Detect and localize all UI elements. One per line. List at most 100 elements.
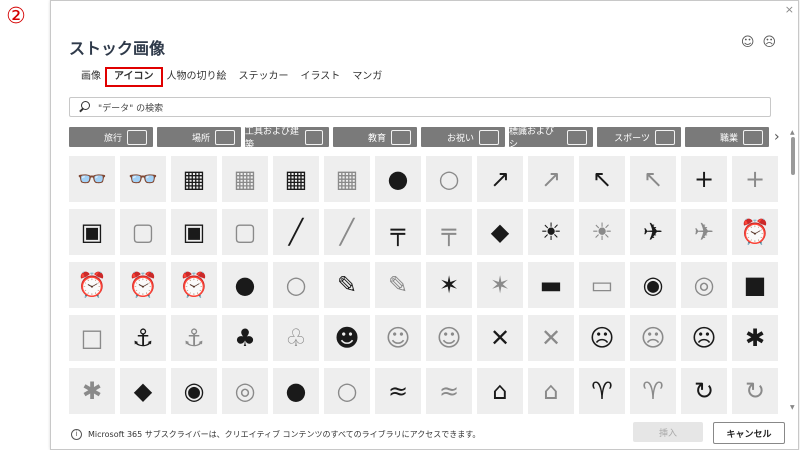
icon-tile[interactable]: ▦ <box>171 156 217 202</box>
scroll-up-arrow-icon[interactable]: ▲ <box>790 129 795 136</box>
icon-tile[interactable]: ↗ <box>477 156 523 202</box>
icon-tile[interactable]: ⌂ <box>477 368 523 414</box>
icon-tile[interactable]: 👓 <box>69 156 115 202</box>
icon-tile[interactable]: ▦ <box>324 156 370 202</box>
icon-tile[interactable]: ♧ <box>273 315 319 361</box>
category-education[interactable]: 教育 <box>333 127 417 147</box>
icon-tile[interactable]: ☺ <box>426 315 472 361</box>
icon-tile[interactable]: ☀ <box>579 209 625 255</box>
close-button[interactable]: × <box>785 3 794 16</box>
icon-tile[interactable]: ≈ <box>426 368 472 414</box>
icon-tile[interactable]: ☹ <box>579 315 625 361</box>
icon-tile[interactable]: ╤ <box>426 209 472 255</box>
tab-images[interactable]: 画像 <box>75 67 107 87</box>
icon-grid: 👓 👓 ▦ ▦ ▦ ▦ ● ○ ↗ ↗ ↖ ↖ + + ▣ ▢ ▣ ▢ ╱ ╱ ╤ ╤ ◆ ☀ ☀ ✈ ✈ ⏰ ⏰ ⏰ ⏰ ● ○ ✎ ✎ ✶ ✶ ▬ ▭ ◉… <box>69 156 778 414</box>
icon-tile[interactable]: ⏰ <box>732 209 778 255</box>
icon-tile[interactable]: ↻ <box>681 368 727 414</box>
icon-tile[interactable]: + <box>681 156 727 202</box>
icon-tile[interactable]: ↗ <box>528 156 574 202</box>
icon-tile[interactable]: ● <box>273 368 319 414</box>
icon-tile[interactable]: ╤ <box>375 209 421 255</box>
icon-tile[interactable]: ▬ <box>528 262 574 308</box>
icon-tile[interactable]: ▣ <box>69 209 115 255</box>
smile-feedback-icon[interactable]: ☺ <box>741 35 755 50</box>
icon-tile[interactable]: ☹ <box>630 315 676 361</box>
tab-icons[interactable]: アイコン <box>105 67 163 87</box>
icon-tile[interactable]: ○ <box>426 156 472 202</box>
icon-tile[interactable]: ✈ <box>681 209 727 255</box>
category-travel[interactable]: 旅行 <box>69 127 153 147</box>
icon-tile[interactable]: ♈ <box>630 368 676 414</box>
tab-stickers[interactable]: ステッカー <box>233 67 295 87</box>
icon-tile[interactable]: ◆ <box>477 209 523 255</box>
icon-tile[interactable]: ▭ <box>579 262 625 308</box>
tools-icon <box>305 129 323 145</box>
icon-tile[interactable]: + <box>732 156 778 202</box>
scrollbar[interactable]: ▲ ▼ <box>790 129 796 411</box>
scroll-down-arrow-icon[interactable]: ▼ <box>790 404 795 411</box>
category-tools-construction[interactable]: 工具および建築 <box>245 127 329 150</box>
icon-tile[interactable]: ♣ <box>222 315 268 361</box>
icon-tile[interactable]: ✎ <box>324 262 370 308</box>
icon-tile[interactable]: ✶ <box>426 262 472 308</box>
category-occupations[interactable]: 職業 <box>685 127 769 147</box>
icon-tile[interactable]: ▢ <box>222 209 268 255</box>
icon-tile[interactable]: ⌂ <box>528 368 574 414</box>
tab-bar: 画像 アイコン 人物の切り絵 ステッカー イラスト マンガ <box>75 67 388 87</box>
icon-tile[interactable]: ⏰ <box>69 262 115 308</box>
icon-tile[interactable]: □ <box>69 315 115 361</box>
tile-icon: ✱ <box>81 377 103 405</box>
icon-tile[interactable]: ○ <box>273 262 319 308</box>
category-celebration[interactable]: お祝い <box>421 127 505 147</box>
frown-feedback-icon[interactable]: ☹ <box>762 35 776 50</box>
icon-tile[interactable]: ■ <box>732 262 778 308</box>
category-signs[interactable]: 標識およびシ <box>509 127 593 150</box>
icon-tile[interactable]: ◎ <box>222 368 268 414</box>
icon-tile[interactable]: ↖ <box>579 156 625 202</box>
icon-tile[interactable]: ▢ <box>120 209 166 255</box>
icon-tile[interactable]: ✱ <box>69 368 115 414</box>
icon-tile[interactable]: ✱ <box>732 315 778 361</box>
icon-tile[interactable]: ⏰ <box>171 262 217 308</box>
icon-tile[interactable]: ✎ <box>375 262 421 308</box>
icon-tile[interactable]: ● <box>375 156 421 202</box>
icon-tile[interactable]: ☻ <box>324 315 370 361</box>
icon-tile[interactable]: ○ <box>324 368 370 414</box>
icon-tile[interactable]: ⚓ <box>171 315 217 361</box>
icon-tile[interactable]: ◉ <box>630 262 676 308</box>
icon-tile[interactable]: ☀ <box>528 209 574 255</box>
tile-icon: ⏰ <box>740 218 770 246</box>
category-places[interactable]: 場所 <box>157 127 241 147</box>
icon-tile[interactable]: ≈ <box>375 368 421 414</box>
icon-tile[interactable]: ● <box>222 262 268 308</box>
icon-tile[interactable]: ╱ <box>273 209 319 255</box>
search-input[interactable]: "データ" の検索 <box>69 97 771 117</box>
icon-tile[interactable]: ↖ <box>630 156 676 202</box>
icon-tile[interactable]: ⚓ <box>120 315 166 361</box>
icon-tile[interactable]: ▣ <box>171 209 217 255</box>
icon-tile[interactable]: ▦ <box>273 156 319 202</box>
category-sports[interactable]: スポーツ <box>597 127 681 147</box>
icon-tile[interactable]: ◆ <box>120 368 166 414</box>
icon-tile[interactable]: ✶ <box>477 262 523 308</box>
icon-tile[interactable]: ✈ <box>630 209 676 255</box>
icon-tile[interactable]: ☺ <box>375 315 421 361</box>
icon-tile[interactable]: ♈ <box>579 368 625 414</box>
cancel-button[interactable]: キャンセル <box>713 422 785 444</box>
scroll-thumb[interactable] <box>791 137 795 175</box>
insert-button[interactable]: 挿入 <box>633 422 703 442</box>
tab-cartoons[interactable]: マンガ <box>346 67 388 87</box>
icon-tile[interactable]: 👓 <box>120 156 166 202</box>
icon-tile[interactable]: ◎ <box>681 262 727 308</box>
icon-tile[interactable]: ☹ <box>681 315 727 361</box>
icon-tile[interactable]: ◉ <box>171 368 217 414</box>
icon-tile[interactable]: ⏰ <box>120 262 166 308</box>
icon-tile[interactable]: ╱ <box>324 209 370 255</box>
tab-cutout-people[interactable]: 人物の切り絵 <box>161 67 233 87</box>
icon-tile[interactable]: ↻ <box>732 368 778 414</box>
icon-tile[interactable]: ▦ <box>222 156 268 202</box>
tab-illustrations[interactable]: イラスト <box>295 67 347 87</box>
category-next-arrow-icon[interactable]: › <box>774 129 780 145</box>
icon-tile[interactable]: ✕ <box>477 315 523 361</box>
icon-tile[interactable]: ✕ <box>528 315 574 361</box>
